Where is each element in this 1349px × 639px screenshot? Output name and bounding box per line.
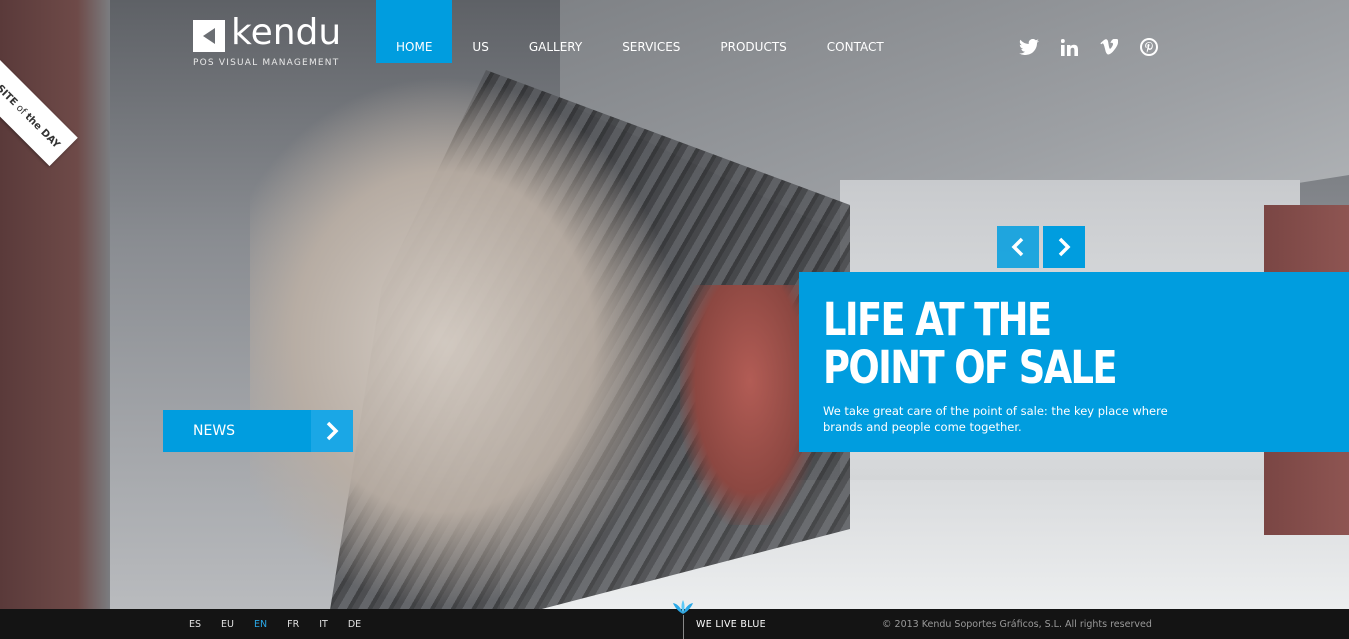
vimeo-icon[interactable]	[1098, 36, 1120, 58]
footer-bar: ES EU EN FR IT DE WE LIVE BLUE © 2013 Ke…	[0, 600, 1349, 639]
nav-item-home[interactable]: HOME	[376, 0, 453, 63]
lang-fr[interactable]: FR	[287, 609, 299, 639]
chevron-left-icon	[1011, 237, 1024, 257]
photo-walking-person	[250, 75, 680, 609]
lang-en[interactable]: EN	[254, 609, 267, 639]
logo-tagline: POS VISUAL MANAGEMENT	[193, 58, 340, 68]
slide-description: We take great care of the point of sale:…	[823, 404, 1168, 434]
nav-item-us[interactable]: US	[452, 0, 508, 63]
lang-de[interactable]: DE	[348, 609, 361, 639]
language-switcher: ES EU EN FR IT DE	[189, 609, 361, 639]
news-button[interactable]: NEWS	[163, 410, 353, 452]
nav-item-contact[interactable]: CONTACT	[807, 0, 904, 63]
slider-prev-button[interactable]	[997, 226, 1039, 268]
logo-wordmark: kendu	[231, 12, 342, 53]
twitter-icon[interactable]	[1018, 36, 1040, 58]
blue-flower-icon	[673, 600, 693, 614]
footer-copyright: © 2013 Kendu Soportes Gráficos, S.L. All…	[882, 619, 1152, 630]
kendu-logo-mark-icon	[193, 20, 225, 52]
nav-item-services[interactable]: SERVICES	[602, 0, 700, 63]
linkedin-icon[interactable]	[1058, 36, 1080, 58]
chevron-right-icon	[1058, 237, 1071, 257]
slider-next-button[interactable]	[1043, 226, 1085, 268]
lang-it[interactable]: IT	[319, 609, 328, 639]
footer-slogan: WE LIVE BLUE	[696, 619, 766, 630]
badge-site: SITE	[0, 82, 20, 108]
nav-item-products[interactable]: PRODUCTS	[700, 0, 806, 63]
chevron-right-icon	[311, 410, 353, 452]
kendu-logo[interactable]: kendu POS VISUAL MANAGEMENT	[193, 12, 343, 74]
badge-the-day: the DAY	[22, 111, 63, 151]
lang-eu[interactable]: EU	[221, 609, 234, 639]
main-nav: HOME US GALLERY SERVICES PRODUCTS CONTAC…	[376, 0, 904, 63]
slide-title: LIFE AT THE POINT OF SALE	[823, 293, 1118, 394]
footer-divider	[683, 615, 684, 639]
news-label: NEWS	[193, 423, 236, 439]
lang-es[interactable]: ES	[189, 609, 201, 639]
slide-caption-panel: LIFE AT THE POINT OF SALE We take great …	[799, 272, 1349, 452]
social-links	[1018, 36, 1160, 58]
pinterest-icon[interactable]	[1138, 36, 1160, 58]
nav-item-gallery[interactable]: GALLERY	[509, 0, 602, 63]
